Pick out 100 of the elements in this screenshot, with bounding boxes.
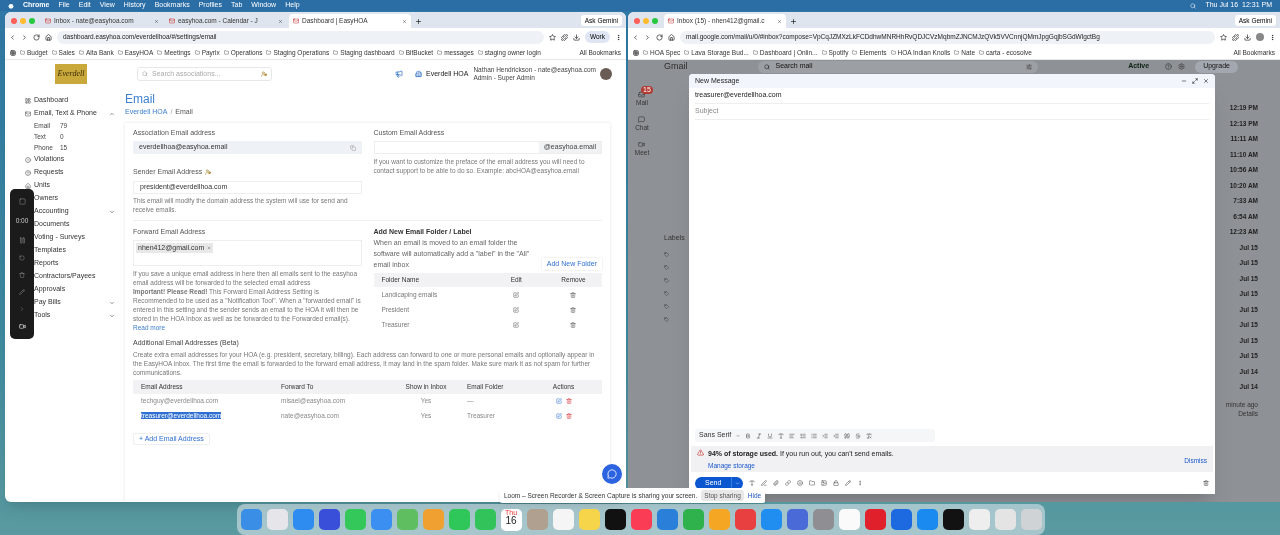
pencil-icon[interactable] [845,480,852,486]
copy-icon[interactable] [349,144,356,151]
trash-icon[interactable] [19,271,25,278]
italic-icon[interactable] [756,432,763,439]
caret-icon[interactable] [109,110,115,117]
outdent-icon[interactable] [833,432,840,439]
text-color-icon[interactable] [778,432,785,439]
folder-icon [78,50,84,55]
system-logo-icon[interactable] [8,2,14,9]
more-icon[interactable] [857,480,864,486]
close-icon[interactable] [278,18,283,24]
forward-icon[interactable] [644,33,651,41]
app-icon[interactable] [942,509,964,530]
numbered-list-icon[interactable] [800,432,807,439]
extensions-icon[interactable] [1232,33,1239,41]
restart-icon[interactable] [19,254,25,261]
bold-icon[interactable] [745,432,752,439]
pen-icon[interactable] [19,288,25,295]
underline-icon[interactable] [767,432,774,439]
trash-icon[interactable] [570,321,577,328]
everdell-logo[interactable]: Everdell [55,64,87,84]
bullet-list-icon[interactable] [811,432,818,439]
home-icon[interactable] [45,33,52,41]
nav-icon [25,156,31,163]
indent-icon[interactable] [822,432,829,439]
edit-icon[interactable] [513,321,520,328]
nav-icon [25,97,31,104]
stop-icon[interactable] [18,198,26,206]
avatar-icon[interactable] [1256,33,1264,41]
folder-icon [821,50,827,55]
folder-icon[interactable] [809,480,816,486]
paperclip-icon[interactable] [773,480,780,486]
pause-icon[interactable] [18,237,26,244]
trash-icon[interactable] [565,413,572,419]
user-icon [261,71,267,77]
image-icon[interactable] [821,480,828,486]
expand-icon[interactable] [1192,78,1198,84]
chat-button[interactable] [602,464,622,484]
formatting-icon[interactable] [749,480,756,486]
folder-icon [333,50,339,55]
caret-icon[interactable] [736,433,741,438]
download-icon[interactable] [572,33,580,41]
megaphone-icon[interactable] [395,70,403,78]
forward-icon[interactable] [21,33,28,41]
edit-icon[interactable] [513,291,520,298]
folder-icon [157,50,163,55]
trash-icon[interactable] [570,306,577,313]
folder-icon [437,50,443,55]
trash-icon[interactable] [570,291,577,298]
warning-icon [697,449,704,456]
reload-icon[interactable] [656,33,663,41]
strikethrough-icon[interactable] [855,432,862,439]
avatar-icon[interactable] [600,68,612,80]
folder-icon [477,50,483,55]
bookmark-star-icon[interactable] [1220,33,1227,41]
edit-icon[interactable] [513,306,520,313]
close-icon[interactable] [1203,78,1209,84]
caret-icon[interactable] [109,312,115,319]
minimize-icon[interactable] [1181,78,1187,84]
close-icon[interactable] [154,18,159,24]
back-icon[interactable] [632,33,639,41]
pen-icon[interactable] [761,480,768,486]
edit-icon[interactable] [555,413,562,419]
collapse-icon[interactable] [19,305,25,312]
new-tab-icon[interactable] [790,18,797,25]
caret-icon[interactable] [109,299,115,306]
reload-icon[interactable] [33,33,40,41]
back-icon[interactable] [9,33,16,41]
camera-icon[interactable] [18,322,26,330]
trash-icon[interactable] [565,398,572,404]
search-icon [142,71,148,77]
quote-icon[interactable] [844,432,851,439]
app-icon[interactable] [604,509,626,530]
rail-icon [638,140,646,148]
settings-icon [1178,63,1186,70]
close-icon[interactable] [777,18,782,24]
label-icon [664,290,669,296]
extensions-icon[interactable] [560,33,568,41]
align-icon[interactable] [789,432,796,439]
label-icon [664,303,669,309]
link-icon[interactable] [785,480,792,486]
label-icon [664,316,669,322]
apps-icon[interactable] [633,49,639,56]
lock-icon[interactable] [833,480,840,486]
caret-icon[interactable] [109,208,115,215]
search-icon [763,63,770,70]
close-icon[interactable] [402,18,407,24]
folder-icon [398,50,404,55]
filter-icon [1025,63,1032,70]
page-title: Email [125,92,156,106]
download-icon[interactable] [1244,33,1251,41]
trash-icon[interactable] [1203,480,1209,486]
bookmark-star-icon[interactable] [548,33,556,41]
new-tab-icon[interactable] [415,18,422,25]
apps-icon[interactable] [10,49,16,56]
smile-icon[interactable] [797,480,804,486]
home-icon[interactable] [668,33,675,41]
edit-icon[interactable] [555,398,562,404]
search-icon[interactable] [1190,2,1197,9]
clear-format-icon[interactable] [866,432,873,439]
